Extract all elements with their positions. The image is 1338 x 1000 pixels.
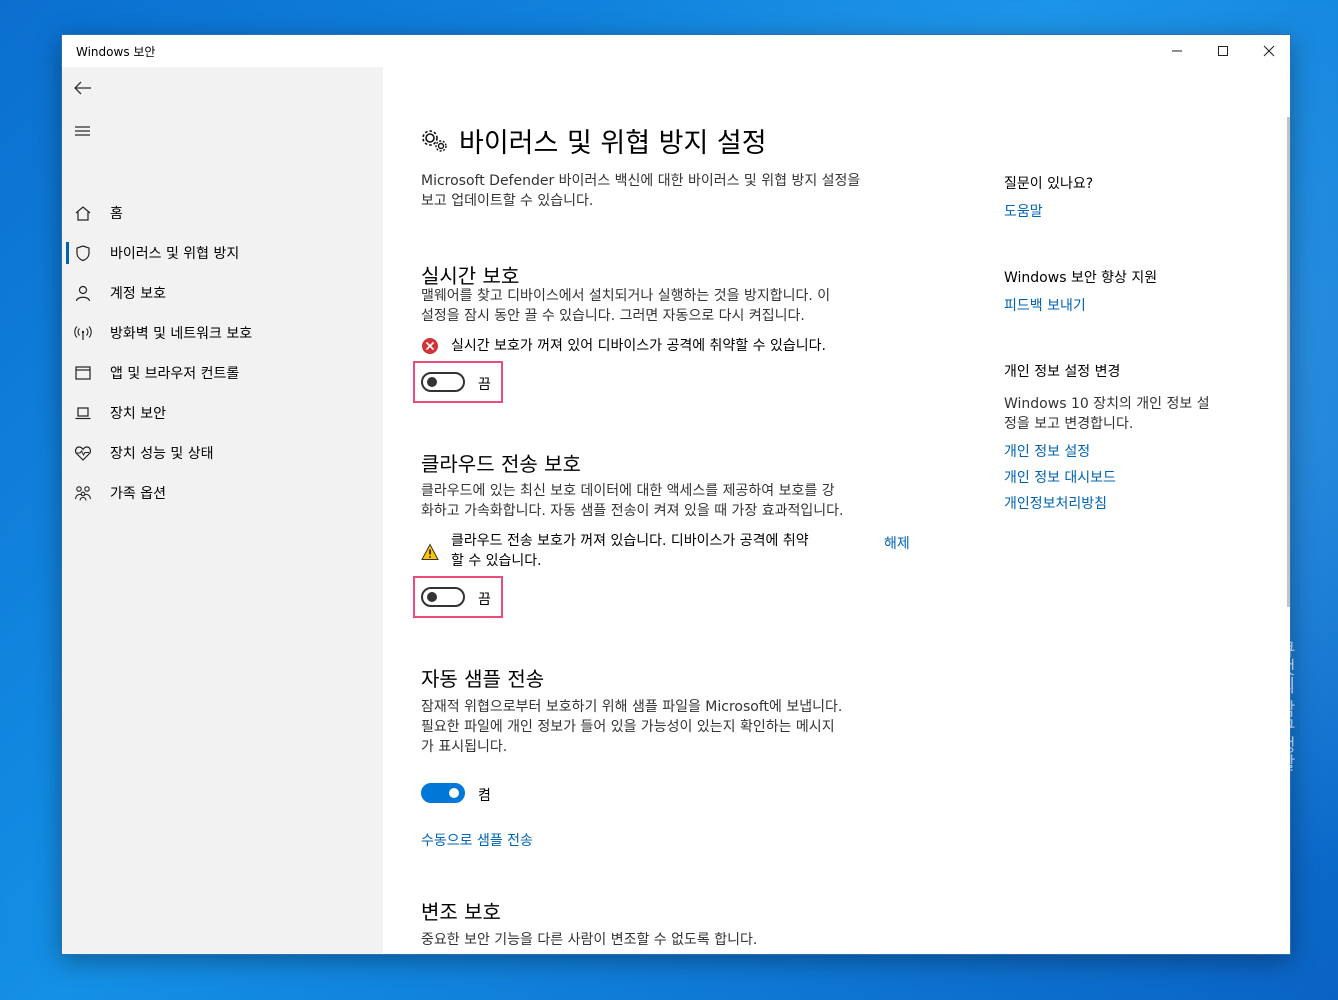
- auto-sample-toggle[interactable]: [421, 783, 465, 803]
- privacy-heading: 개인 정보 설정 변경: [1004, 364, 1121, 380]
- warning-line: 할 수 있습니다.: [451, 553, 542, 569]
- sidebar-item-device-security[interactable]: 장치 보안: [62, 393, 383, 433]
- sidebar-item-home[interactable]: 홈: [62, 193, 383, 233]
- realtime-toggle-label: 끔: [478, 377, 491, 393]
- sidebar-item-family-options[interactable]: 가족 옵션: [62, 473, 383, 513]
- desc-line: 클라우드에 있는 최신 보호 데이터에 대한 액세스를 제공하여 보호를 강: [421, 483, 835, 499]
- toggle-knob: [427, 377, 437, 387]
- settings-gears-icon: [422, 129, 447, 152]
- cloud-description: 클라우드에 있는 최신 보호 데이터에 대한 액세스를 제공하여 보호를 강 화…: [421, 481, 843, 521]
- privacy-settings-link[interactable]: 개인 정보 설정: [1004, 441, 1090, 461]
- hamburger-icon: [75, 126, 90, 136]
- desc-line: 정을 보고 변경합니다.: [1004, 416, 1134, 432]
- privacy-description: Windows 10 장치의 개인 정보 설 정을 보고 변경합니다.: [1004, 394, 1210, 434]
- window-title: Windows 보안: [76, 45, 156, 59]
- intro-line: 보고 업데이트할 수 있습니다.: [421, 193, 594, 209]
- desc-line: Windows 10 장치의 개인 정보 설: [1004, 396, 1210, 412]
- page-title-text: 바이러스 및 위협 방지 설정: [459, 128, 767, 159]
- close-icon: [1263, 45, 1275, 57]
- sidebar-item-label: 방화벽 및 네트워크 보호: [110, 326, 253, 342]
- sidebar-item-label: 홈: [110, 206, 123, 222]
- toggle-knob: [449, 788, 459, 798]
- desc-line: 필요한 파일에 개인 정보가 들어 있을 가능성이 있는지 확인하는 메시지: [421, 719, 835, 735]
- tamper-heading: 변조 보호: [421, 900, 501, 924]
- back-button[interactable]: [72, 77, 94, 99]
- watermark-line: https://cucat.tistory.com/: [1253, 640, 1274, 865]
- scrollbar[interactable]: [1287, 117, 1290, 607]
- privacy-policy-link[interactable]: 개인정보처리방침: [1004, 493, 1107, 513]
- sidebar-item-label: 바이러스 및 위협 방지: [110, 246, 240, 262]
- realtime-heading: 실시간 보호: [421, 264, 520, 288]
- realtime-warning: 실시간 보호가 꺼져 있어 디바이스가 공격에 취약할 수 있습니다.: [451, 338, 826, 354]
- minimize-button[interactable]: [1154, 35, 1200, 67]
- desc-line: 화하고 가속화합니다. 자동 샘플 전송이 켜져 있을 때 가장 효과적입니다.: [421, 503, 844, 519]
- wifi-signal-icon: [74, 326, 92, 340]
- feedback-link[interactable]: 피드백 보내기: [1004, 295, 1086, 315]
- sidebar-item-virus-protection[interactable]: 바이러스 및 위협 방지: [62, 233, 383, 273]
- improve-heading: Windows 보안 향상 지원: [1004, 270, 1158, 286]
- laptop-icon: [75, 407, 91, 420]
- intro-line: Microsoft Defender 바이러스 백신에 대한 바이러스 및 위협…: [421, 173, 861, 189]
- heart-pulse-icon: [75, 446, 91, 461]
- page-title: 바이러스 및 위협 방지 설정: [421, 121, 767, 160]
- sidebar-item-label: 장치 성능 및 상태: [110, 446, 214, 462]
- shield-icon: [76, 245, 90, 262]
- auto-sample-toggle-label: 켬: [478, 788, 491, 804]
- app-window-icon: [75, 366, 91, 380]
- intro-text: Microsoft Defender 바이러스 백신에 대한 바이러스 및 위협…: [421, 171, 860, 211]
- gear-icon: [74, 953, 92, 955]
- sidebar-item-label: 계정 보호: [110, 286, 166, 302]
- desc-line: 맬웨어를 찾고 디바이스에서 설치되거나 실행하는 것을 방지합니다. 이: [421, 288, 831, 304]
- sidebar-item-settings[interactable]: 설정: [62, 942, 383, 955]
- family-icon: [74, 486, 92, 501]
- dismiss-link[interactable]: 해제: [884, 533, 910, 553]
- cloud-warning: 클라우드 전송 보호가 꺼져 있습니다. 디바이스가 공격에 취약 할 수 있습…: [451, 531, 809, 571]
- close-button[interactable]: [1246, 35, 1290, 67]
- warning-icon: [421, 543, 439, 560]
- toggle-knob: [427, 592, 437, 602]
- maximize-button[interactable]: [1200, 35, 1246, 67]
- desc-line: 잠재적 위협으로부터 보호하기 위해 샘플 파일을 Microsoft에 보냅니…: [421, 699, 843, 715]
- sidebar-item-label: 앱 및 브라우저 컨트롤: [110, 366, 240, 382]
- cloud-protection-toggle[interactable]: [421, 587, 465, 607]
- desc-line: 설정을 잠시 동안 끌 수 있습니다. 그러면 자동으로 다시 켜집니다.: [421, 308, 805, 324]
- sidebar-item-firewall[interactable]: 방화벽 및 네트워크 보호: [62, 313, 383, 353]
- sidebar-item-label: 장치 보안: [110, 406, 166, 422]
- auto-sample-heading: 자동 샘플 전송: [421, 667, 545, 691]
- realtime-protection-toggle[interactable]: [421, 372, 465, 392]
- cloud-heading: 클라우드 전송 보호: [421, 452, 581, 476]
- cloud-toggle-label: 끔: [478, 592, 491, 608]
- warning-line: 클라우드 전송 보호가 꺼져 있습니다. 디바이스가 공격에 취약: [451, 533, 809, 549]
- sidebar-item-app-browser[interactable]: 앱 및 브라우저 컨트롤: [62, 353, 383, 393]
- sidebar-item-label: 설정: [110, 952, 136, 954]
- windows-security-window: Windows 보안 홈 바이러스 및 위협 방지 계정 보호 방화벽 및 네트…: [61, 34, 1291, 955]
- watermark-line: 큐캣의 탐구생활: [1275, 640, 1296, 772]
- auto-sample-description: 잠재적 위협으로부터 보호하기 위해 샘플 파일을 Microsoft에 보냅니…: [421, 697, 842, 757]
- manual-sample-link[interactable]: 수동으로 샘플 전송: [421, 830, 533, 850]
- watermark: 큐캣의 탐구생활 https://cucat.tistory.com/: [1236, 640, 1296, 870]
- help-link[interactable]: 도움말: [1004, 201, 1043, 221]
- person-icon: [75, 285, 91, 302]
- question-heading: 질문이 있나요?: [1004, 176, 1094, 192]
- sidebar: 홈 바이러스 및 위협 방지 계정 보호 방화벽 및 네트워크 보호 앱 및 브…: [62, 67, 383, 955]
- desc-line: 가 표시됩니다.: [421, 739, 508, 755]
- sidebar-item-account-protection[interactable]: 계정 보호: [62, 273, 383, 313]
- title-bar: Windows 보안: [62, 35, 1290, 67]
- home-icon: [75, 206, 91, 221]
- error-icon: [422, 338, 438, 354]
- menu-button[interactable]: [72, 121, 94, 143]
- back-arrow-icon: [74, 81, 91, 95]
- sidebar-item-label: 가족 옵션: [110, 486, 166, 502]
- minimize-icon: [1172, 50, 1182, 52]
- tamper-description: 중요한 보안 기능을 다른 사람이 변조할 수 없도록 합니다.: [421, 932, 758, 948]
- privacy-dashboard-link[interactable]: 개인 정보 대시보드: [1004, 467, 1116, 487]
- main-content: 바이러스 및 위협 방지 설정 Microsoft Defender 바이러스 …: [383, 67, 1290, 954]
- sidebar-item-device-health[interactable]: 장치 성능 및 상태: [62, 433, 383, 473]
- realtime-description: 맬웨어를 찾고 디바이스에서 설치되거나 실행하는 것을 방지합니다. 이 설정…: [421, 286, 830, 326]
- maximize-icon: [1218, 46, 1228, 56]
